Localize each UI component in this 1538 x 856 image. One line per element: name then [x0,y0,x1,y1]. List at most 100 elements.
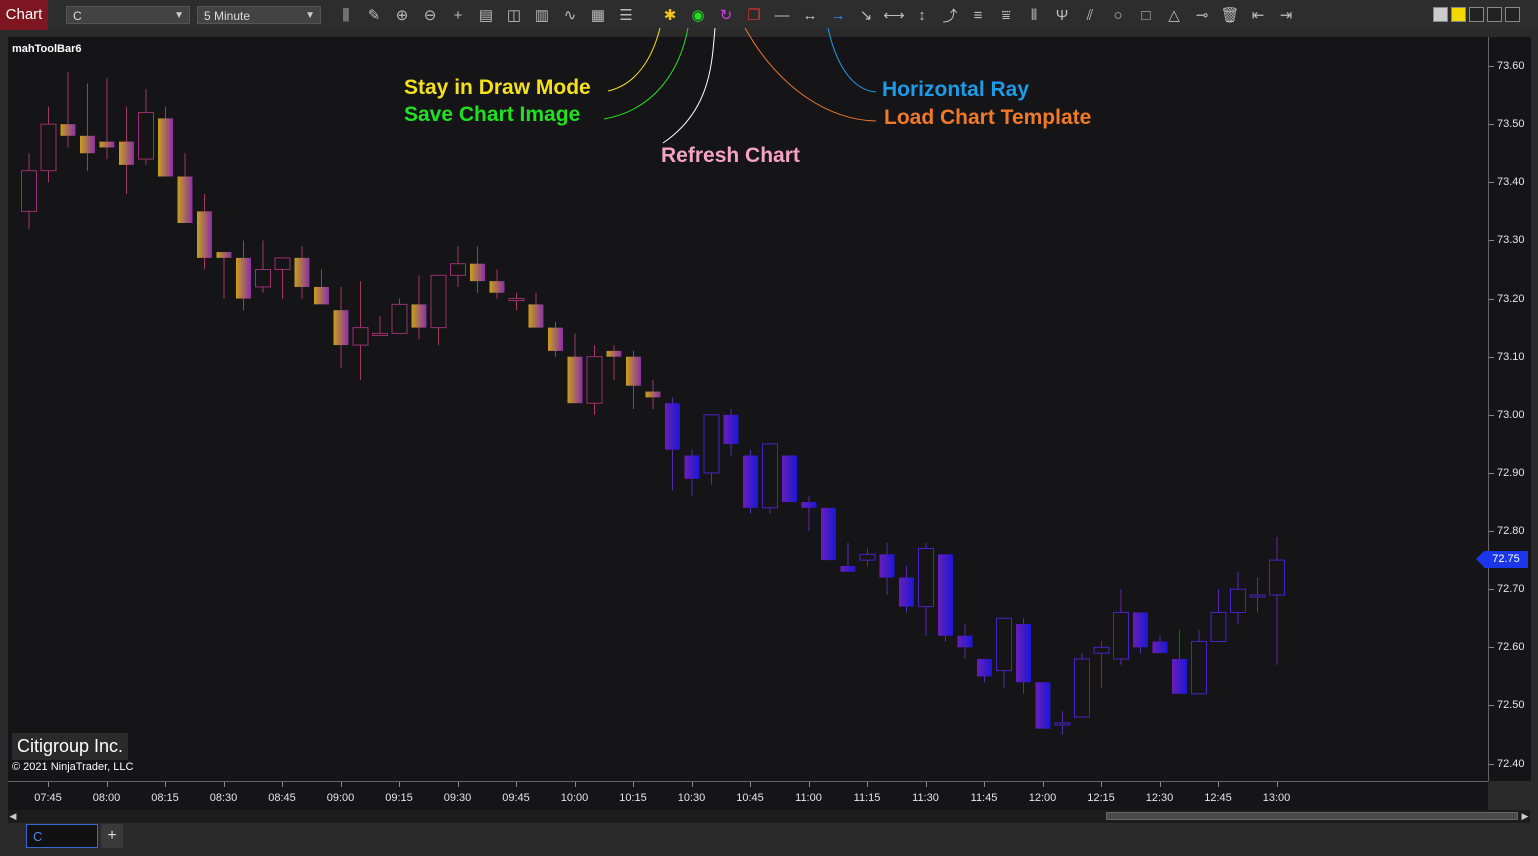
instrument-select[interactable]: C ▼ [66,6,190,24]
close-button[interactable] [1505,7,1520,22]
toolbar-icons: ⫼ ✎ ⊕ ⊖ + ▤ ◫ ▥ ∿ ▦ ☰ ✱ ◉ ↻ ❐ — ↔ → ↘ ⟷ ↕ ⤴ ≡ ⩸ ⦀ Ψ ⫽ ○ □ △ ⊸ 🗑 ⇤ ⇥ [332,4,1300,26]
ray-icon[interactable]: ↘ [852,4,880,26]
x-tick-label: 11:30 [912,792,939,804]
x-tick [165,782,166,787]
annotation-stay-in-draw-mode: Stay in Draw Mode [404,76,591,99]
candle-body [665,403,680,450]
annotation-horizontal-ray: Horizontal Ray [882,78,1030,101]
link-color-icon[interactable] [1451,7,1466,22]
x-tick [691,782,693,787]
remove-drawing-icon[interactable]: 🗑 [1216,4,1244,26]
x-tick [106,782,108,787]
scroll-left-icon[interactable]: ⇤ [1244,4,1272,26]
indicators-icon[interactable]: ▥ [528,4,556,26]
zoom-out-icon[interactable]: ⊖ [416,4,444,26]
scrollbar-thumb[interactable] [1106,812,1518,820]
candle-body [1210,611,1227,642]
y-tick [1489,531,1494,533]
candle-body [508,298,525,302]
annotation-refresh-chart: Refresh Chart [661,144,800,167]
x-tick [48,782,49,787]
restore-icon[interactable] [1433,7,1448,22]
x-tick [808,782,810,787]
time-axis[interactable]: 07:45 08:00 08:15 08:30 08:45 09:00 09:15 09:30… [8,781,1488,810]
candle-body [216,252,232,258]
ruler-icon[interactable]: ⊸ [1188,4,1216,26]
refresh-chart-icon[interactable]: ↻ [712,4,740,26]
horizontal-ray-icon[interactable]: → [824,4,852,26]
candle-body [177,176,193,223]
save-chart-image-icon[interactable]: ◉ [684,4,712,26]
data-box-icon[interactable]: ◫ [500,4,528,26]
y-tick-label: 73.10 [1497,350,1525,363]
candle-body [1191,641,1207,695]
load-chart-template-icon[interactable]: ❐ [740,4,768,26]
strategies-icon[interactable]: ∿ [556,4,584,26]
horizontal-line-icon[interactable]: ⟷ [880,4,908,26]
list-icon[interactable]: ☰ [612,4,640,26]
line-icon[interactable]: — [768,4,796,26]
tab-c[interactable]: C [26,824,98,848]
rectangle-icon[interactable]: □ [1132,4,1160,26]
horizontal-scrollbar[interactable]: ◀ ▶ [8,810,1530,823]
toolbar-name-label: mahToolBar6 [12,43,82,55]
arrow-line-icon[interactable]: ⤴ [936,4,964,26]
candle-body [645,391,661,398]
add-tab-button[interactable]: + [101,824,123,848]
vertical-line-icon[interactable]: ↕ [908,4,936,26]
scroll-left-icon[interactable]: ◀ [8,810,18,823]
y-tick-label: 72.90 [1497,466,1525,479]
x-tick-label: 08:15 [151,792,179,804]
x-tick [1218,782,1219,787]
fib-extension-icon[interactable]: ⩸ [992,4,1020,26]
candle-body [489,281,505,293]
fib-retracement-icon[interactable]: ≡ [964,4,992,26]
chart-tab[interactable]: Chart [0,0,48,30]
zoom-in-icon[interactable]: ⊕ [388,4,416,26]
andrews-pitchfork-icon[interactable]: Ψ [1048,4,1076,26]
parallel-channel-icon[interactable]: ⫽ [1076,4,1104,26]
candle-body [899,577,914,607]
maximize-button[interactable] [1487,7,1502,22]
x-tick-label: 08:45 [268,792,296,804]
extended-line-icon[interactable]: ↔ [796,4,824,26]
candle-body [859,553,876,561]
triangle-icon[interactable]: △ [1160,4,1188,26]
candle-body [548,327,563,351]
x-tick-label: 12:45 [1204,792,1232,804]
candle-body [1172,658,1187,694]
candle-body [1093,646,1110,654]
candle-body [470,263,485,282]
candle-body [391,303,408,334]
scroll-right-icon[interactable]: ⇥ [1272,4,1300,26]
chart-trader-icon[interactable]: ▦ [584,4,612,26]
fib-time-icon[interactable]: ⦀ [1020,4,1048,26]
candle-body [996,617,1012,672]
x-tick [925,782,927,787]
candle-body [60,124,76,136]
candle-body [333,310,349,346]
price-axis[interactable]: 73.60 73.50 73.40 73.30 73.20 73.10 73.00 72.90… [1488,37,1531,781]
candle-body [450,263,466,276]
candle-body [119,141,134,165]
candle-body [99,141,115,148]
candle-body [1133,612,1148,648]
x-tick [633,782,634,787]
candle-body [586,356,603,404]
x-tick [457,782,459,787]
x-tick [574,782,576,787]
minimize-button[interactable] [1469,7,1484,22]
stay-in-draw-mode-icon[interactable]: ✱ [656,4,684,26]
x-tick [340,782,342,787]
candle-body [80,135,95,154]
ellipse-icon[interactable]: ○ [1104,4,1132,26]
bar-type-icon[interactable]: ⫼ [332,4,360,26]
candle-body [1249,594,1266,598]
pencil-icon[interactable]: ✎ [360,4,388,26]
x-tick-label: 10:15 [619,792,647,804]
properties-icon[interactable]: ▤ [472,4,500,26]
crosshair-icon[interactable]: + [444,4,472,26]
candle-body [743,455,758,508]
scroll-right-icon[interactable]: ▶ [1520,810,1530,823]
interval-select[interactable]: 5 Minute ▼ [197,6,321,24]
